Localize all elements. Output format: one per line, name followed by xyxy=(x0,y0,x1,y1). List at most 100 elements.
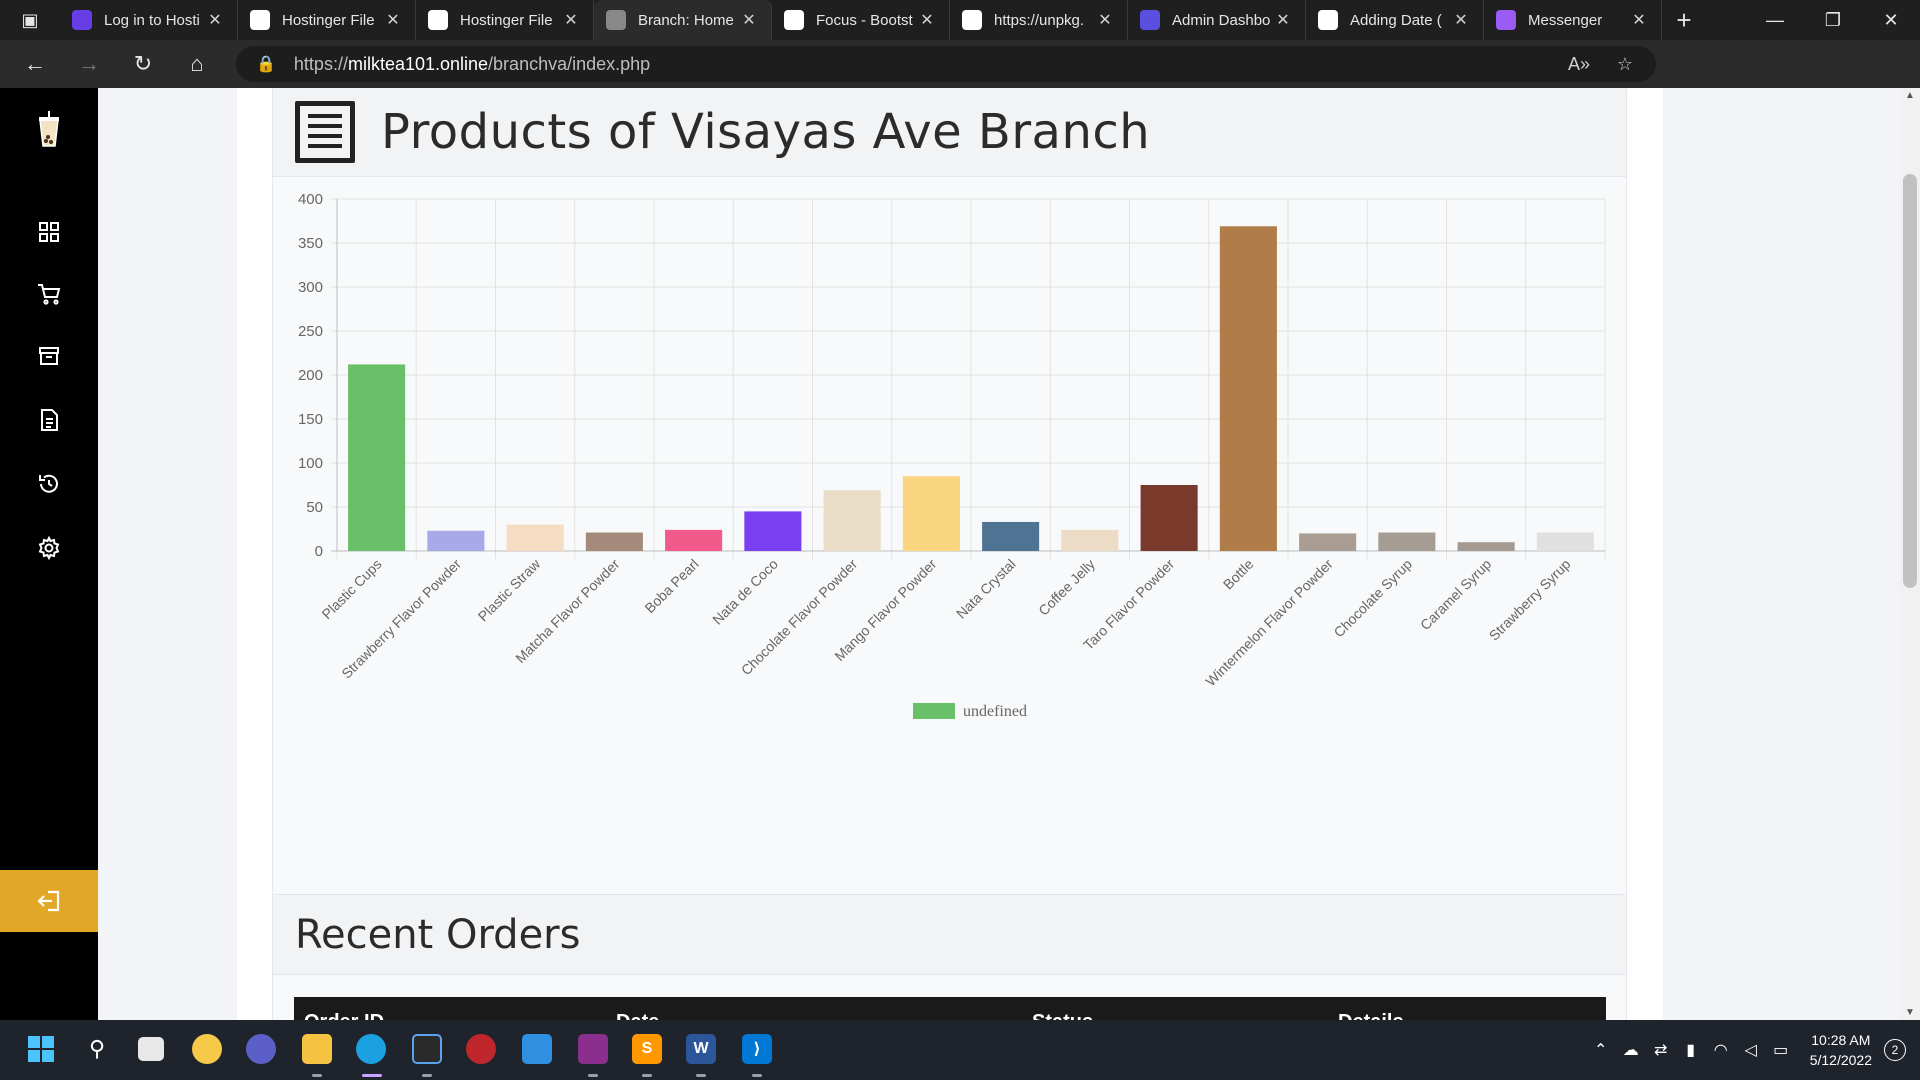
scrollbar-thumb[interactable] xyxy=(1903,174,1917,588)
system-clock[interactable]: 10:28 AM 5/12/2022 xyxy=(1810,1030,1872,1070)
close-window-icon[interactable]: ✕ xyxy=(1862,0,1920,40)
x-tick-label: Caramel Syrup xyxy=(1417,556,1494,633)
browser-tab[interactable]: Hostinger File ✕ xyxy=(416,0,594,40)
dashboard-icon[interactable] xyxy=(0,206,98,258)
browser-tab[interactable]: Log in to Hosti ✕ xyxy=(60,0,238,40)
browser-tab[interactable]: Messenger ✕ xyxy=(1484,0,1662,40)
winrar-icon[interactable] xyxy=(578,1034,608,1064)
store-icon[interactable] xyxy=(412,1034,442,1064)
clock-date: 5/12/2022 xyxy=(1809,1052,1872,1068)
close-tab-icon[interactable]: ✕ xyxy=(1451,10,1471,30)
minimize-icon[interactable]: — xyxy=(1746,0,1804,40)
page: Products of Visayas Ave Branch 0 50 100 150… xyxy=(0,88,1920,1020)
search-icon[interactable]: ⚲ xyxy=(82,1034,112,1064)
p-icon xyxy=(1318,10,1338,30)
scroll-down-icon[interactable]: ▼ xyxy=(1900,1007,1920,1018)
logout-button[interactable] xyxy=(0,870,98,932)
chat-icon[interactable] xyxy=(246,1034,276,1064)
read-aloud-icon[interactable]: A» xyxy=(1556,54,1602,75)
cart-icon[interactable] xyxy=(0,268,98,320)
vscode-icon[interactable]: ⟩ xyxy=(742,1034,772,1064)
add-favorite-icon[interactable]: ☆ xyxy=(1602,54,1648,75)
y-tick-label: 200 xyxy=(298,367,323,384)
back-icon[interactable]: ← xyxy=(8,40,62,88)
orders-table-header: Order ID Date Status Details xyxy=(294,997,1606,1020)
page-scrollbar[interactable]: ▲ ▼ xyxy=(1900,88,1920,1020)
forward-icon[interactable]: → xyxy=(62,40,116,88)
file-explorer-icon[interactable] xyxy=(302,1034,332,1064)
browser-tab[interactable]: Adding Date ( ✕ xyxy=(1306,0,1484,40)
url-path: /branchva/index.php xyxy=(488,53,651,74)
address-bar[interactable]: 🔒 https://milktea101.online/branchva/ind… xyxy=(236,46,1656,82)
close-tab-icon[interactable]: ✕ xyxy=(739,10,759,30)
tab-title: Adding Date ( xyxy=(1350,11,1442,29)
restore-icon[interactable]: ❐ xyxy=(1804,0,1862,40)
browser-tab[interactable]: Admin Dashbo ✕ xyxy=(1128,0,1306,40)
logo-icon[interactable] xyxy=(0,104,98,156)
history-icon[interactable] xyxy=(0,458,98,510)
loading-icon xyxy=(606,10,626,30)
close-tab-icon[interactable]: ✕ xyxy=(1095,10,1115,30)
column-order-id[interactable]: Order ID xyxy=(304,1011,384,1020)
x-tick-label: Bottle xyxy=(1220,556,1257,593)
sublime-icon[interactable]: S xyxy=(632,1034,662,1064)
products-card-header: Products of Visayas Ave Branch xyxy=(273,88,1626,177)
chart-bar xyxy=(1378,532,1436,551)
home-icon[interactable]: ⌂ xyxy=(170,40,224,88)
battery-icon[interactable]: ▭ xyxy=(1766,1040,1796,1060)
photos-icon[interactable] xyxy=(522,1034,552,1064)
refresh-icon[interactable]: ↻ xyxy=(116,40,170,88)
tab-title: Focus - Bootst xyxy=(816,11,913,29)
tab-actions-icon[interactable]: ▣ xyxy=(0,0,60,40)
close-tab-icon[interactable]: ✕ xyxy=(561,10,581,30)
close-tab-icon[interactable]: ✕ xyxy=(383,10,403,30)
network-monitor-icon[interactable]: ▮ xyxy=(1676,1040,1706,1060)
wifi-icon[interactable]: ◠ xyxy=(1706,1040,1736,1060)
recent-orders-title: Recent Orders xyxy=(295,911,581,958)
edge-icon[interactable] xyxy=(356,1034,386,1064)
chevron-up-icon[interactable]: ⌃ xyxy=(1586,1040,1616,1060)
recent-orders-card: Recent Orders Order ID Date Status Detai… xyxy=(272,894,1627,1020)
start-icon[interactable] xyxy=(26,1034,56,1064)
weather-icon[interactable] xyxy=(192,1034,222,1064)
close-tab-icon[interactable]: ✕ xyxy=(1273,10,1293,30)
close-tab-icon[interactable]: ✕ xyxy=(917,10,937,30)
task-view-icon[interactable] xyxy=(138,1037,164,1061)
products-card: Products of Visayas Ave Branch 0 50 100 150… xyxy=(272,88,1627,962)
notification-badge[interactable]: 2 xyxy=(1884,1039,1906,1061)
column-status[interactable]: Status xyxy=(1032,1011,1093,1020)
y-tick-label: 300 xyxy=(298,279,323,296)
x-tick-label: Strawberry Syrup xyxy=(1486,556,1574,644)
scroll-up-icon[interactable]: ▲ xyxy=(1900,90,1920,101)
x-tick-label: Wintermelon Flavor Powder xyxy=(1202,556,1336,690)
column-date[interactable]: Date xyxy=(616,1011,659,1020)
document-icon[interactable] xyxy=(0,394,98,446)
column-details[interactable]: Details xyxy=(1338,1011,1404,1020)
unpkg-icon xyxy=(962,10,982,30)
word-icon[interactable]: W xyxy=(686,1034,716,1064)
chart-bar xyxy=(982,521,1040,551)
chart-bar xyxy=(823,490,881,551)
chart-bar xyxy=(506,524,564,551)
main-content: Products of Visayas Ave Branch 0 50 100 150… xyxy=(237,88,1663,1020)
volume-icon[interactable]: ◁ xyxy=(1736,1040,1766,1060)
close-tab-icon[interactable]: ✕ xyxy=(205,10,225,30)
tab-title: Admin Dashbo xyxy=(1172,11,1271,29)
browser-tab[interactable]: https://unpkg. ✕ xyxy=(950,0,1128,40)
browser-tab[interactable]: Branch: Home ✕ xyxy=(594,0,772,40)
legend-swatch xyxy=(913,703,955,719)
chart-bar xyxy=(1219,226,1277,551)
browser-tab[interactable]: Focus - Bootst ✕ xyxy=(772,0,950,40)
new-tab-button[interactable]: + xyxy=(1662,0,1706,40)
cloud-icon[interactable]: ☁ xyxy=(1616,1040,1646,1060)
chart-bar xyxy=(902,476,960,551)
archive-icon[interactable] xyxy=(0,330,98,382)
antivirus-icon[interactable] xyxy=(466,1034,496,1064)
browser-tab[interactable]: Hostinger File ✕ xyxy=(238,0,416,40)
chart-bar xyxy=(1140,485,1198,551)
settings-icon[interactable] xyxy=(0,522,98,574)
page-icon xyxy=(428,10,448,30)
sync-icon[interactable]: ⇄ xyxy=(1646,1040,1676,1060)
lock-icon[interactable]: 🔒 xyxy=(256,54,276,74)
close-tab-icon[interactable]: ✕ xyxy=(1629,10,1649,30)
